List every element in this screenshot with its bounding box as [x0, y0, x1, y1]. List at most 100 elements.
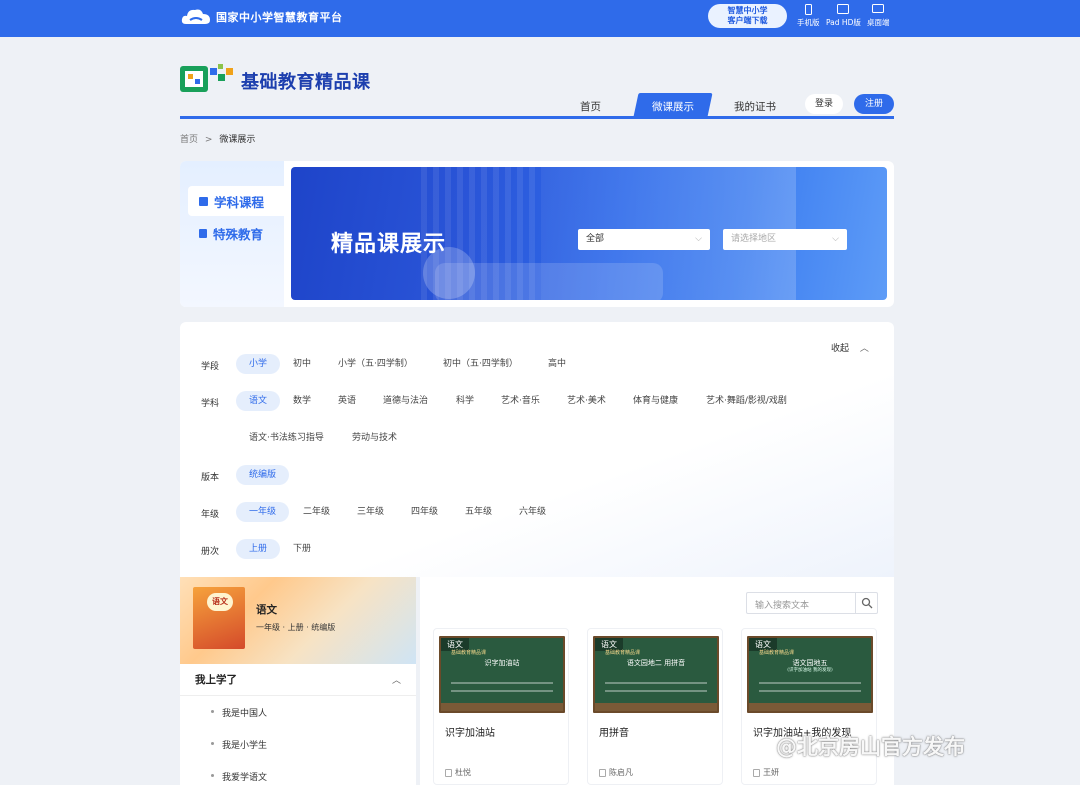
lesson-item[interactable]: 我是中国人: [211, 706, 268, 719]
scope-select-value: 全部: [586, 234, 605, 244]
platform-logo[interactable]: 国家中小学智慧教育平台: [180, 6, 343, 28]
video-title[interactable]: 识字加油站: [445, 724, 495, 739]
breadcrumb-current: 微课展示: [219, 135, 256, 145]
nav-micro-lesson[interactable]: 微课展示: [636, 99, 710, 114]
filter-option[interactable]: 初中（五·四学制）: [443, 354, 518, 374]
brand-title: 基础教育精品课: [241, 72, 371, 93]
filter-option[interactable]: 三年级: [357, 502, 384, 522]
top-bar: [0, 0, 1080, 37]
banner-title: 精品课展示: [331, 232, 447, 257]
course-meta: 一年级 · 上册 · 统编版: [256, 623, 336, 632]
lesson-label: 我爱学语文: [222, 773, 268, 783]
video-card[interactable]: 语文 基础教育精品课 识字加油站 识字加油站 杜悦: [433, 628, 569, 785]
video-card[interactable]: 语文 基础教育精品课 语文园地五 (识字加油站 我的发现) 识字加油站+我的发现…: [741, 628, 877, 785]
lesson-item[interactable]: 我是小学生: [211, 738, 267, 751]
thumb-subtitle: (识字加油站 我的发现): [787, 668, 833, 673]
filter-option[interactable]: 劳动与技术: [352, 428, 397, 448]
thumb-line: [759, 682, 861, 684]
filter-option[interactable]: 下册: [293, 539, 311, 559]
blackboard-ledge: [595, 703, 717, 711]
nav-divider: [180, 116, 894, 119]
video-title[interactable]: 用拼音: [599, 724, 629, 739]
nav-certificates[interactable]: 我的证书: [734, 99, 776, 114]
collapse-toggle[interactable]: 收起 ︿: [831, 341, 869, 354]
client-download-button[interactable]: 智慧中小学 客户端下载: [708, 4, 787, 28]
author-name: 王妍: [763, 768, 779, 777]
breadcrumb-home[interactable]: 首页: [180, 135, 198, 145]
collapse-label: 收起: [831, 344, 850, 354]
filter-option[interactable]: 六年级: [519, 502, 546, 522]
tab-special-education-label: 特殊教育: [213, 226, 264, 242]
login-button[interactable]: 登录: [805, 94, 843, 114]
unit-title[interactable]: 我上学了: [195, 672, 237, 687]
blackboard-ledge: [441, 703, 563, 711]
platform-name: 国家中小学智慧教育平台: [216, 11, 343, 24]
filter-label-edition: 版本: [201, 473, 220, 483]
filter-option[interactable]: 初中: [293, 354, 311, 374]
chevron-down-icon: ⌵: [832, 234, 839, 244]
chevron-up-icon[interactable]: ︿: [392, 673, 401, 686]
thumb-series: 基础教育精品课: [605, 650, 641, 656]
filter-option[interactable]: 语文: [236, 391, 280, 411]
laptop-icon: [872, 4, 885, 13]
phone-icon: [804, 4, 812, 15]
filter-label-stage: 学段: [201, 362, 220, 372]
search-input[interactable]: 输入搜索文本: [755, 598, 809, 611]
filter-option[interactable]: 英语: [338, 391, 356, 411]
book-icon: [199, 196, 208, 206]
thumb-title: 识字加油站: [484, 659, 520, 667]
filter-option[interactable]: 上册: [236, 539, 280, 559]
download-line1: 智慧中小学: [727, 6, 768, 15]
search-box[interactable]: 输入搜索文本: [746, 592, 878, 614]
video-card[interactable]: 语文 基础教育精品课 语文园地二 用拼音 用拼音 陈启凡: [587, 628, 723, 785]
filter-option[interactable]: 统编版: [236, 465, 289, 485]
filter-option[interactable]: 二年级: [303, 502, 330, 522]
lesson-item[interactable]: 我爱学语文: [211, 770, 268, 783]
search-button[interactable]: [855, 593, 877, 613]
search-icon: [861, 597, 873, 609]
thumb-line: [451, 690, 553, 692]
video-author: 杜悦: [445, 767, 471, 778]
nav-home[interactable]: 首页: [580, 99, 601, 114]
video-author: 王妍: [753, 767, 779, 778]
device-mobile[interactable]: 手机版: [797, 4, 820, 28]
filter-option[interactable]: 一年级: [236, 502, 289, 522]
filter-option[interactable]: 数学: [293, 391, 311, 411]
thumb-line: [451, 682, 553, 684]
tab-special-education[interactable]: 特殊教育: [188, 218, 284, 248]
divider: [180, 695, 416, 696]
filter-option[interactable]: 科学: [456, 391, 474, 411]
lesson-label: 我是中国人: [222, 709, 268, 719]
category-tabs: 学科课程 特殊教育: [180, 161, 284, 307]
device-pad[interactable]: Pad HD版: [826, 4, 861, 28]
document-icon: [199, 228, 207, 238]
filter-option[interactable]: 四年级: [411, 502, 438, 522]
textbook-cover: 语文: [193, 587, 245, 649]
filter-option[interactable]: 道德与法治: [383, 391, 428, 411]
register-button[interactable]: 注册: [854, 94, 894, 114]
filter-option[interactable]: 艺术·音乐: [501, 391, 540, 411]
region-select[interactable]: 请选择地区 ⌵: [723, 229, 847, 250]
filter-option[interactable]: 艺术·美术: [567, 391, 606, 411]
bullet-icon: [211, 710, 214, 713]
person-icon: [445, 768, 452, 777]
thumb-line: [759, 690, 861, 692]
tab-subject-courses-label: 学科课程: [214, 194, 265, 210]
thumb-series: 基础教育精品课: [451, 650, 487, 656]
filter-option[interactable]: 小学: [236, 354, 280, 374]
brand-logo-icon: [180, 64, 233, 92]
tablet-icon: [837, 4, 850, 14]
tab-subject-courses[interactable]: 学科课程: [188, 186, 284, 216]
filter-option[interactable]: 小学（五·四学制）: [338, 354, 413, 374]
filter-option[interactable]: 高中: [548, 354, 566, 374]
filter-option[interactable]: 艺术·舞蹈/影视/戏剧: [706, 391, 787, 411]
device-desktop[interactable]: 桌面端: [867, 4, 890, 28]
scope-select[interactable]: 全部 ⌵: [578, 229, 710, 250]
video-thumbnail: 语文 基础教育精品课 语文园地五 (识字加油站 我的发现): [747, 636, 873, 713]
thumb-line: [605, 690, 707, 692]
bullet-icon: [211, 742, 214, 745]
person-icon: [753, 768, 760, 777]
filter-option[interactable]: 体育与健康: [633, 391, 678, 411]
filter-option[interactable]: 语文·书法练习指导: [249, 428, 324, 448]
filter-option[interactable]: 五年级: [465, 502, 492, 522]
